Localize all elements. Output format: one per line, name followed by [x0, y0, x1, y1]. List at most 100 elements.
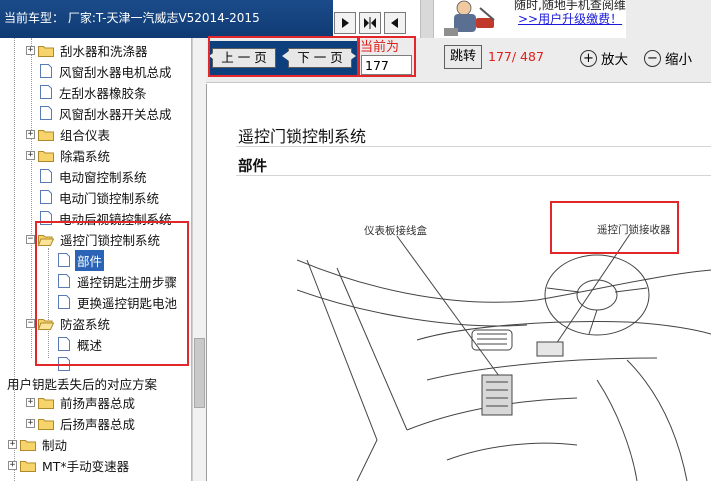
tree-item-label: 概述 — [77, 337, 103, 353]
model-label: 当前车型： — [4, 11, 65, 25]
expand-icon[interactable]: + — [26, 129, 35, 139]
tree-item-wiper-washer[interactable]: + 刮水器和洗涤器 — [26, 40, 150, 60]
tree-item-components[interactable]: 部件 — [58, 249, 105, 271]
tree-item-anti-theft[interactable]: − 防盗系统 — [26, 313, 112, 333]
tree-scrollbar[interactable] — [192, 38, 206, 481]
panel-arrow-group — [334, 12, 406, 34]
document-icon — [40, 169, 52, 183]
document-icon — [58, 295, 70, 309]
model-value: 厂家:T-天津一汽威志V52014-2015 — [67, 11, 260, 25]
tree-item-power-window[interactable]: 电动窗控制系统 — [40, 166, 149, 186]
tree-item-label: 后扬声器总成 — [60, 416, 136, 432]
tree-item-key-battery[interactable]: 更换遥控钥匙电池 — [58, 292, 179, 312]
tree-item-brake[interactable]: + 制动 — [8, 434, 69, 454]
triangle-left-icon — [209, 51, 216, 61]
tree-item-label: 制动 — [42, 437, 68, 453]
zoom-in-button[interactable]: + 放大 — [580, 48, 628, 68]
tree-item-left-wiper-rubber[interactable]: 左刮水器橡胶条 — [40, 82, 149, 102]
folder-icon — [20, 460, 36, 472]
folder-icon — [38, 397, 54, 409]
zoom-in-label: 放大 — [601, 52, 628, 68]
folder-icon — [20, 439, 36, 451]
folder-icon — [38, 129, 54, 141]
collapse-left-button[interactable] — [384, 12, 406, 34]
current-page-input[interactable] — [361, 55, 412, 75]
folder-icon — [38, 150, 54, 162]
tree-item-front-speaker[interactable]: + 前扬声器总成 — [26, 392, 137, 412]
tree-item-defrost[interactable]: + 除霜系统 — [26, 145, 112, 165]
document-subtitle: 部件 — [238, 159, 267, 175]
folder-open-icon — [38, 318, 54, 330]
tree-item-instrument-cluster[interactable]: + 组合仪表 — [26, 124, 112, 144]
tree-item-label: 左刮水器橡胶条 — [59, 85, 147, 101]
expand-icon[interactable]: + — [26, 397, 35, 407]
next-page-button[interactable]: 下 一 页 — [288, 48, 352, 68]
tree-item-lost-key-plan[interactable]: 用户钥匙丢失后的对应方案 — [5, 373, 159, 393]
document-icon — [58, 253, 70, 267]
divider-strip — [420, 0, 434, 38]
tree-item-remote-lock[interactable]: − 遥控门锁控制系统 — [26, 229, 162, 249]
arrow-right-icon — [342, 18, 349, 28]
triangle-right-icon — [349, 51, 356, 61]
split-view-button[interactable] — [359, 12, 381, 34]
document-icon — [58, 357, 70, 371]
document-icon — [40, 64, 52, 78]
tree-item-wiper-switch[interactable]: 风窗刮水器开关总成 — [40, 103, 174, 123]
expand-icon[interactable]: + — [26, 45, 35, 55]
scrollbar-thumb[interactable] — [194, 338, 205, 408]
collapse-icon[interactable]: − — [26, 318, 35, 328]
expand-icon[interactable]: + — [8, 460, 17, 470]
tree-item-label: 电动门锁控制系统 — [59, 190, 160, 206]
expand-icon[interactable]: + — [8, 439, 17, 449]
tree-item-label — [75, 363, 79, 365]
expand-icon[interactable]: + — [26, 150, 35, 160]
zoom-out-icon: − — [644, 49, 661, 67]
tree-item-label: 遥控门锁控制系统 — [60, 232, 161, 248]
tree-item-wiper-motor[interactable]: 风窗刮水器电机总成 — [40, 61, 174, 81]
subtitle-rule — [236, 175, 711, 176]
prev-page-button[interactable]: 上 一 页 — [212, 48, 276, 68]
tree-item-label: 组合仪表 — [60, 127, 111, 143]
document-icon — [58, 274, 70, 288]
upgrade-link[interactable]: >>用户升级缴费！ — [518, 10, 622, 27]
tree-item-power-lock[interactable]: 电动门锁控制系统 — [40, 187, 161, 207]
prev-page-label: 上 一 页 — [221, 50, 267, 65]
current-page-label: 当前为 — [360, 40, 400, 55]
document-icon — [58, 337, 70, 351]
document-icon — [40, 190, 52, 204]
document-title: 遥控门锁控制系统 — [238, 127, 367, 146]
triangle-left-icon — [282, 51, 289, 61]
tree-item-key-registration[interactable]: 遥控钥匙注册步骤 — [58, 271, 179, 291]
jump-button[interactable]: 跳转 — [444, 45, 482, 69]
tree-item-label: 电动后视镜控制系统 — [59, 211, 172, 227]
chapter-tree[interactable]: + 刮水器和洗涤器 风窗刮水器电机总成 左刮水器橡胶条 风窗刮水器开关总成 + … — [0, 38, 192, 481]
jump-label: 跳转 — [449, 49, 476, 64]
tree-item-label: 除霜系统 — [60, 148, 111, 164]
tree-item-label: 风窗刮水器电机总成 — [59, 64, 172, 80]
collapse-right-button[interactable] — [334, 12, 356, 34]
zoom-in-icon: + — [580, 49, 597, 67]
car-interior-diagram — [297, 233, 711, 481]
zoom-out-button[interactable]: − 缩小 — [644, 48, 692, 68]
folder-icon — [38, 418, 54, 430]
tree-item-label: 部件 — [75, 249, 105, 271]
tree-item-label: 风窗刮水器开关总成 — [59, 106, 172, 122]
tree-item-label: 遥控钥匙注册步骤 — [77, 274, 178, 290]
tree-item-manual-transmission[interactable]: + MT*手动变速器 — [8, 455, 131, 475]
folder-open-icon — [38, 234, 54, 246]
page-count: 177/ 487 — [488, 49, 544, 64]
document-icon — [40, 85, 52, 99]
tree-item-overview[interactable]: 概述 — [58, 334, 104, 354]
tree-item-label: 前扬声器总成 — [60, 395, 136, 411]
tree-item-blank[interactable] — [58, 354, 79, 374]
collapse-icon[interactable]: − — [26, 234, 35, 244]
tree-item-label: MT*手动变速器 — [42, 458, 130, 474]
document-icon — [40, 106, 52, 120]
tree-item-label: 用户钥匙丢失后的对应方案 — [7, 376, 158, 392]
tree-item-label: 刮水器和洗涤器 — [60, 43, 148, 59]
expand-icon[interactable]: + — [26, 418, 35, 428]
document-icon — [40, 211, 52, 225]
zoom-out-label: 缩小 — [665, 52, 692, 68]
tree-item-rear-speaker[interactable]: + 后扬声器总成 — [26, 413, 137, 433]
tree-item-power-mirror[interactable]: 电动后视镜控制系统 — [40, 208, 174, 228]
